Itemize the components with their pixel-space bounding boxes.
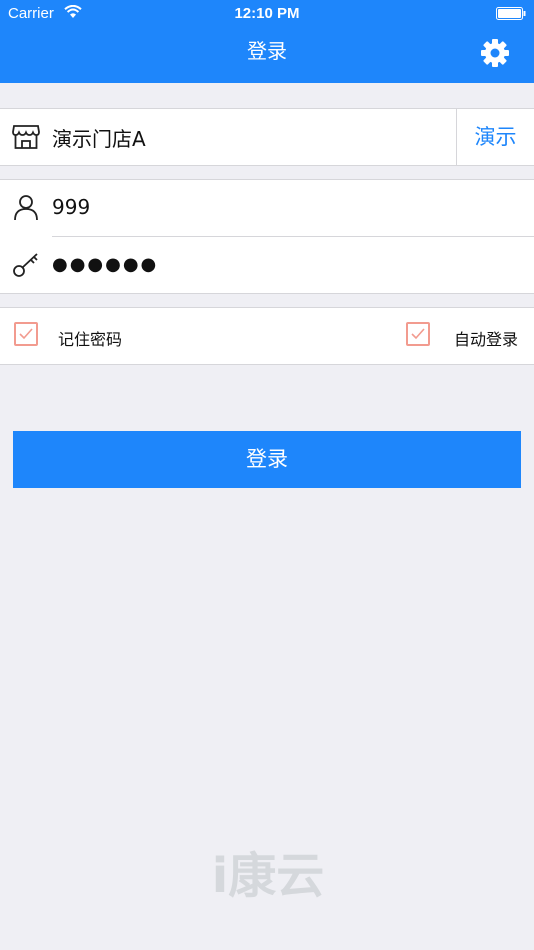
store-icon (12, 125, 40, 149)
remember-password-checkbox[interactable] (14, 322, 38, 346)
status-time: 12:10 PM (234, 5, 300, 22)
settings-gear-icon[interactable] (480, 38, 510, 68)
username-field[interactable]: 999 (52, 195, 90, 219)
page-title: 登录 (247, 39, 287, 63)
checkmark-icon (411, 328, 425, 340)
demo-button[interactable]: 演示 (456, 109, 534, 165)
store-name[interactable]: 演示门店A (52, 123, 146, 152)
user-icon (14, 195, 38, 221)
credentials-card: 999 ●●●●●● (0, 179, 534, 294)
password-field[interactable]: ●●●●●● (52, 254, 158, 275)
status-bar: Carrier 12:10 PM (0, 0, 534, 28)
nav-bar: Carrier 12:10 PM 登录 (0, 0, 534, 83)
brand-logo: i康云 (212, 848, 324, 900)
key-icon (13, 253, 38, 277)
password-row: ●●●●●● (0, 237, 534, 293)
auto-login-checkbox[interactable] (406, 322, 430, 346)
battery-icon (496, 7, 526, 20)
logo-text: i康云 (212, 848, 324, 900)
checkmark-icon (19, 328, 33, 340)
auto-login-label[interactable]: 自动登录 (454, 326, 518, 350)
remember-password-label[interactable]: 记住密码 (58, 326, 122, 350)
store-selector: 演示门店A 演示 (0, 108, 534, 166)
login-button[interactable]: 登录 (13, 431, 521, 488)
login-options: 记住密码 自动登录 (0, 307, 534, 365)
username-row: 999 (0, 180, 534, 237)
